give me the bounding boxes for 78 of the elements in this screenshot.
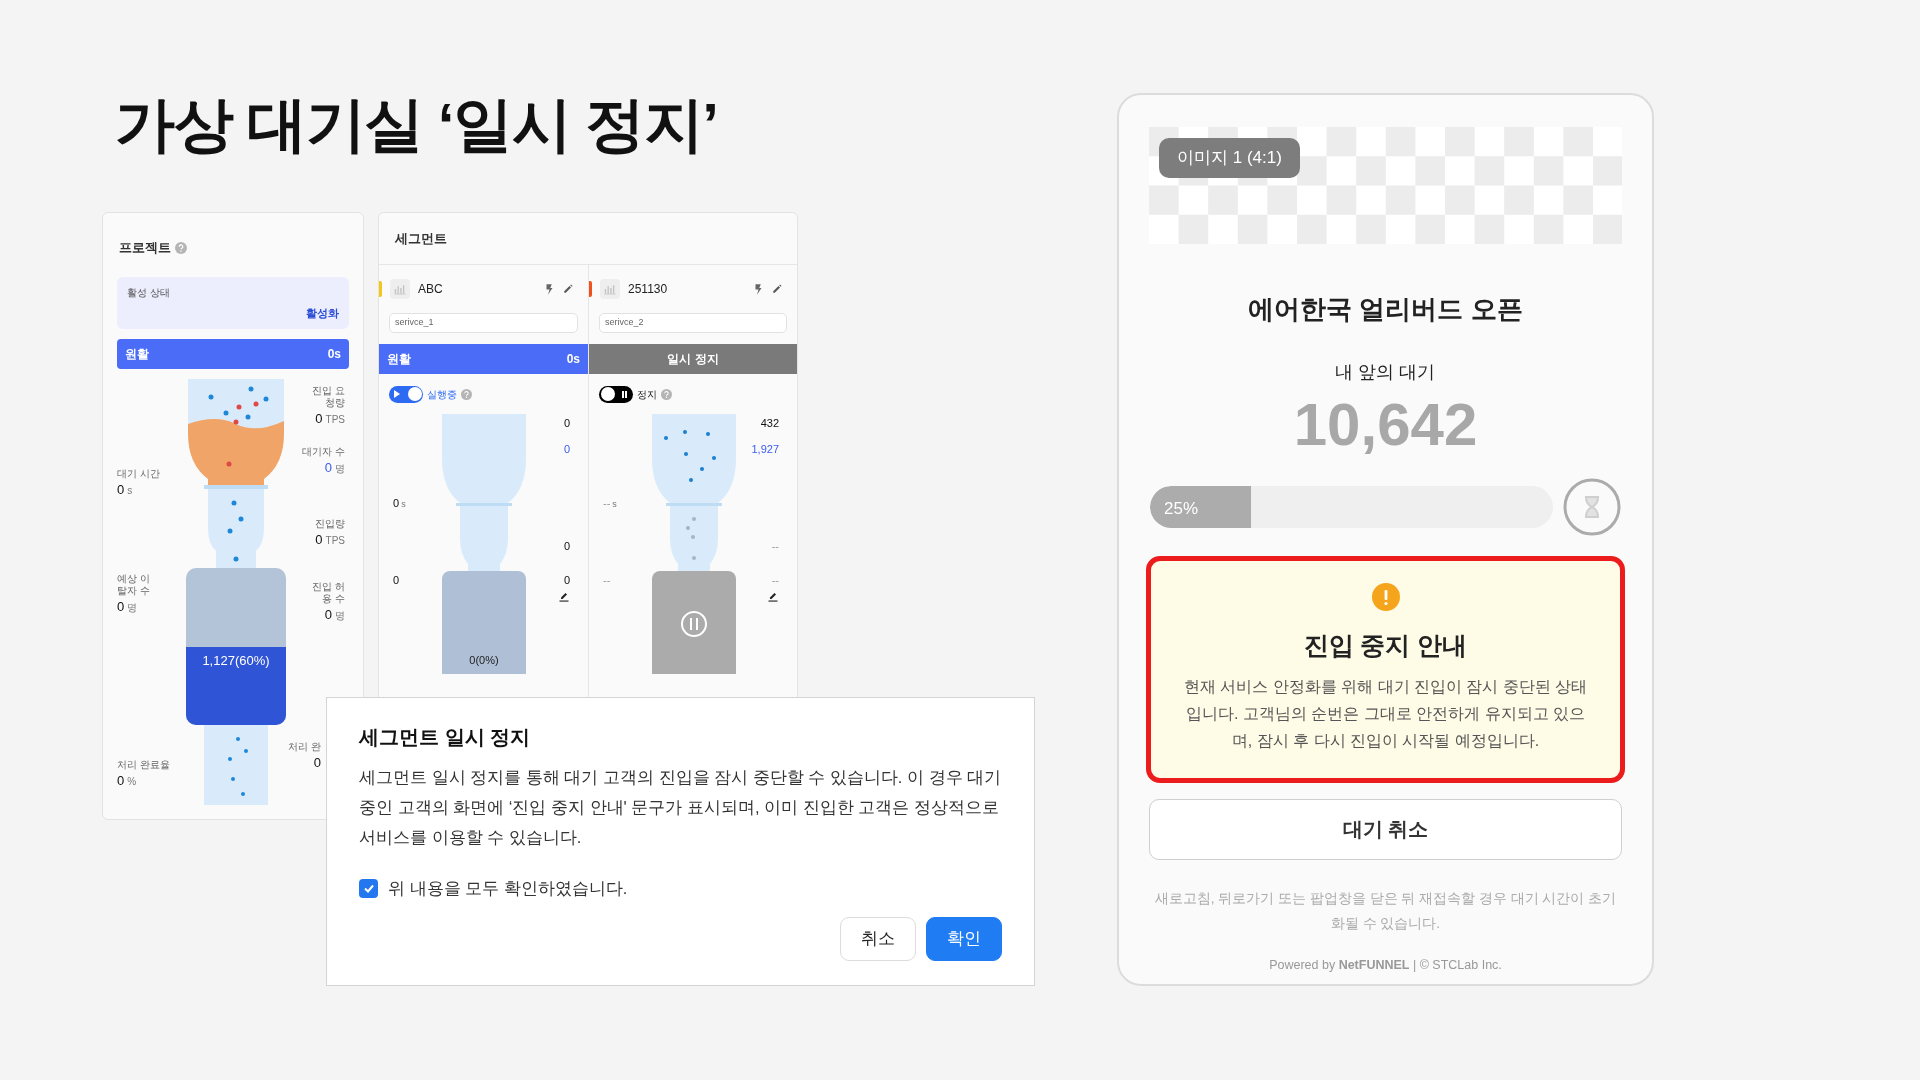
stat-value: 1,927 bbox=[751, 442, 779, 456]
stat-value: 0 bbox=[563, 416, 570, 430]
lightning-icon[interactable] bbox=[754, 282, 763, 296]
status-card-value: 활성화 bbox=[306, 305, 339, 321]
edit-icon[interactable] bbox=[558, 590, 570, 602]
toggle-switch[interactable] bbox=[599, 385, 633, 403]
stat-value: 0 bbox=[563, 539, 570, 553]
stat-value: -- bbox=[771, 539, 779, 553]
status-time: 0s bbox=[566, 351, 580, 368]
checkbox-label: 위 내용을 모두 확인하였습니다. bbox=[388, 878, 628, 899]
metric-value: 0 명 bbox=[324, 607, 345, 624]
status-label: 일시 정지 bbox=[667, 351, 719, 368]
metric-label: 처리 완료율 bbox=[117, 759, 170, 771]
stat-value: -- bbox=[603, 573, 611, 587]
metric-label: 예상 이탈자 수 bbox=[117, 573, 151, 597]
queue-label: 내 앞의 대기 bbox=[1335, 361, 1436, 384]
stat-value: 0 bbox=[563, 442, 570, 456]
panel-title: 프로젝트 bbox=[119, 239, 171, 258]
metric-label: 진입량 bbox=[315, 518, 345, 530]
status-label: 원활 bbox=[125, 346, 149, 363]
progress-label: 25% bbox=[1164, 498, 1199, 520]
dialog-message: 세그먼트 일시 정지를 통해 대기 고객의 진입을 잠시 중단할 수 있습니다. 이 경우 대기 중인 고객의 화면에 ‘진입 중지 안내' 문구가 표시되며, 이미 진입한 고객은 정상적으로 서비스를 이용할 수 있습니다. bbox=[359, 767, 1002, 848]
service-field[interactable]: serivce_2 bbox=[599, 313, 787, 333]
metric-value: 0 % bbox=[117, 773, 137, 790]
warning-icon bbox=[1371, 583, 1400, 611]
stat-value: -- bbox=[771, 573, 779, 587]
lightning-icon[interactable] bbox=[545, 282, 554, 296]
cancel-button[interactable]: 취소 bbox=[840, 916, 916, 961]
metric-value: 0 TPS bbox=[315, 532, 345, 549]
stat-value: 0 s bbox=[393, 496, 406, 511]
check-icon bbox=[362, 882, 375, 895]
help-icon bbox=[461, 388, 472, 400]
metric-label: 처리 완 bbox=[288, 741, 321, 753]
edit-icon[interactable] bbox=[771, 283, 783, 295]
stat-value: 0 bbox=[563, 573, 570, 587]
stat-value: -- s bbox=[603, 496, 617, 511]
fill-count: 1,127(60%) bbox=[201, 652, 271, 670]
status-label: 원활 bbox=[387, 351, 411, 368]
hourglass-icon bbox=[1563, 478, 1621, 536]
toggle-label: 실행중 bbox=[427, 387, 457, 402]
notice-text: 새로고침, 뒤로가기 또는 팝업창을 닫은 뒤 재접속할 경우 대기 시간이 초기화될 수 있습니다. bbox=[1153, 889, 1618, 933]
stat-value: 0 bbox=[393, 573, 400, 587]
event-title: 에어한국 얼리버드 오픈 bbox=[1248, 293, 1523, 326]
stat-value: 432 bbox=[760, 416, 779, 430]
image-badge: 이미지 1 (4:1) bbox=[1159, 138, 1300, 178]
metric-value: 0 TPS bbox=[315, 411, 345, 428]
metric-value: 0 명 bbox=[117, 599, 138, 616]
fill-count: 0(0%) bbox=[468, 653, 500, 668]
toggle-switch[interactable] bbox=[389, 385, 423, 403]
checkbox[interactable] bbox=[359, 878, 378, 898]
metric-label: 대기자 수 bbox=[302, 446, 345, 458]
metric-label: 대기 시간 bbox=[117, 468, 160, 480]
help-icon bbox=[661, 388, 672, 400]
dialog-title: 세그먼트 일시 정지 bbox=[359, 725, 532, 750]
metric-value: 0 명 bbox=[324, 460, 345, 477]
metric-value: 0 s bbox=[117, 482, 133, 499]
segment-name: ABC bbox=[418, 281, 444, 298]
status-card-label: 활성 상태 bbox=[127, 286, 171, 300]
bar-chart-icon bbox=[390, 279, 410, 299]
notice-title: 진입 중지 안내 bbox=[1303, 630, 1468, 661]
metric-value: 0 bbox=[313, 755, 321, 771]
metric-label: 진입 요청량 bbox=[311, 385, 345, 409]
confirm-button[interactable]: 확인 bbox=[926, 916, 1002, 961]
toggle-label: 정지 bbox=[637, 387, 657, 402]
cancel-waiting-button[interactable]: 대기 취소 bbox=[1149, 798, 1622, 860]
help-icon bbox=[175, 242, 187, 254]
edit-icon[interactable] bbox=[767, 590, 779, 602]
panel-title: 세그먼트 bbox=[395, 229, 447, 248]
edit-icon[interactable] bbox=[562, 283, 574, 295]
service-field[interactable]: serivce_1 bbox=[389, 313, 578, 333]
notice-message: 현재 서비스 안정화를 위해 대기 진입이 잠시 중단된 상태입니다. 고객님의 순번은 그대로 안전하게 유지되고 있으며, 잠시 후 다시 진입이 시작될 예정입니다. bbox=[1182, 676, 1589, 751]
footer-text: Powered by NetFUNNEL | © STCLab Inc. bbox=[1269, 956, 1502, 974]
segment-name: 251130 bbox=[628, 281, 669, 298]
queue-count: 10,642 bbox=[1293, 390, 1478, 460]
bar-chart-icon bbox=[600, 279, 620, 299]
slide-title: 가상 대기실 ‘일시 정지’ bbox=[115, 90, 718, 160]
status-time: 0s bbox=[327, 346, 341, 363]
metric-label: 진입 허용 수 bbox=[311, 581, 345, 605]
